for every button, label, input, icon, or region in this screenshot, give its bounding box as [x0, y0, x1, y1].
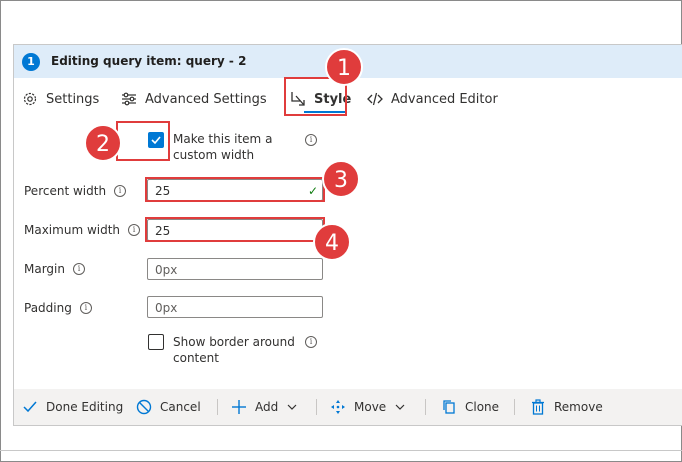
chevron-down-icon	[287, 404, 297, 410]
move-icon	[331, 400, 345, 414]
show-border-label: Show border around content	[173, 335, 295, 365]
panel-footer: Done Editing Cancel Add Move Clone Remov…	[14, 389, 682, 425]
tab-settings[interactable]: Settings	[22, 87, 99, 111]
chevron-down-icon	[395, 404, 405, 410]
highlight-custom-width-checkbox	[116, 121, 170, 161]
highlight-maximum-width	[145, 217, 325, 242]
move-button[interactable]: Move	[330, 397, 406, 417]
tab-advanced-editor[interactable]: Advanced Editor	[367, 87, 498, 111]
cancel-button[interactable]: Cancel	[136, 397, 201, 417]
step-badge: 1	[22, 53, 40, 71]
gear-icon	[23, 92, 37, 106]
callout-2: 2	[84, 124, 122, 162]
margin-label: Margin i	[24, 262, 85, 276]
tab-advanced-settings[interactable]: Advanced Settings	[121, 87, 267, 111]
toolbar-separator	[514, 399, 515, 415]
padding-input[interactable]: 0px	[147, 296, 323, 318]
add-button[interactable]: Add	[231, 397, 298, 417]
tab-label: Advanced Settings	[145, 91, 267, 107]
highlight-percent-width	[145, 177, 325, 202]
show-border-checkbox[interactable]	[148, 334, 164, 350]
page-divider	[0, 450, 682, 451]
info-icon[interactable]: i	[305, 336, 317, 348]
sliders-icon	[122, 92, 136, 106]
info-icon[interactable]: i	[73, 263, 85, 275]
callout-4: 4	[313, 223, 351, 261]
tab-label: Advanced Editor	[391, 91, 498, 107]
percent-width-label: Percent width i	[24, 184, 127, 198]
toolbar-separator	[217, 399, 218, 415]
callout-1: 1	[325, 48, 363, 86]
info-icon[interactable]: i	[114, 185, 127, 197]
copy-icon	[443, 400, 455, 414]
callout-3: 3	[322, 160, 360, 198]
done-editing-button[interactable]: Done Editing	[22, 397, 123, 417]
remove-button[interactable]: Remove	[530, 397, 603, 417]
toolbar-separator	[425, 399, 426, 415]
info-icon[interactable]: i	[305, 134, 317, 146]
toolbar-separator	[316, 399, 317, 415]
tab-label: Settings	[46, 91, 100, 107]
padding-label: Padding i	[24, 301, 92, 315]
margin-input[interactable]: 0px	[147, 258, 323, 280]
cancel-icon	[136, 399, 152, 415]
panel-title: Editing query item: query - 2	[51, 54, 247, 68]
info-icon[interactable]: i	[79, 302, 92, 314]
trash-icon	[532, 399, 544, 415]
clone-button[interactable]: Clone	[441, 397, 499, 417]
checkmark-icon	[23, 401, 37, 413]
plus-icon	[232, 400, 246, 414]
code-icon	[367, 92, 383, 106]
custom-width-label: Make this item a custom width	[173, 132, 273, 162]
info-icon[interactable]: i	[128, 224, 141, 236]
maximum-width-label: Maximum width i	[24, 223, 141, 237]
